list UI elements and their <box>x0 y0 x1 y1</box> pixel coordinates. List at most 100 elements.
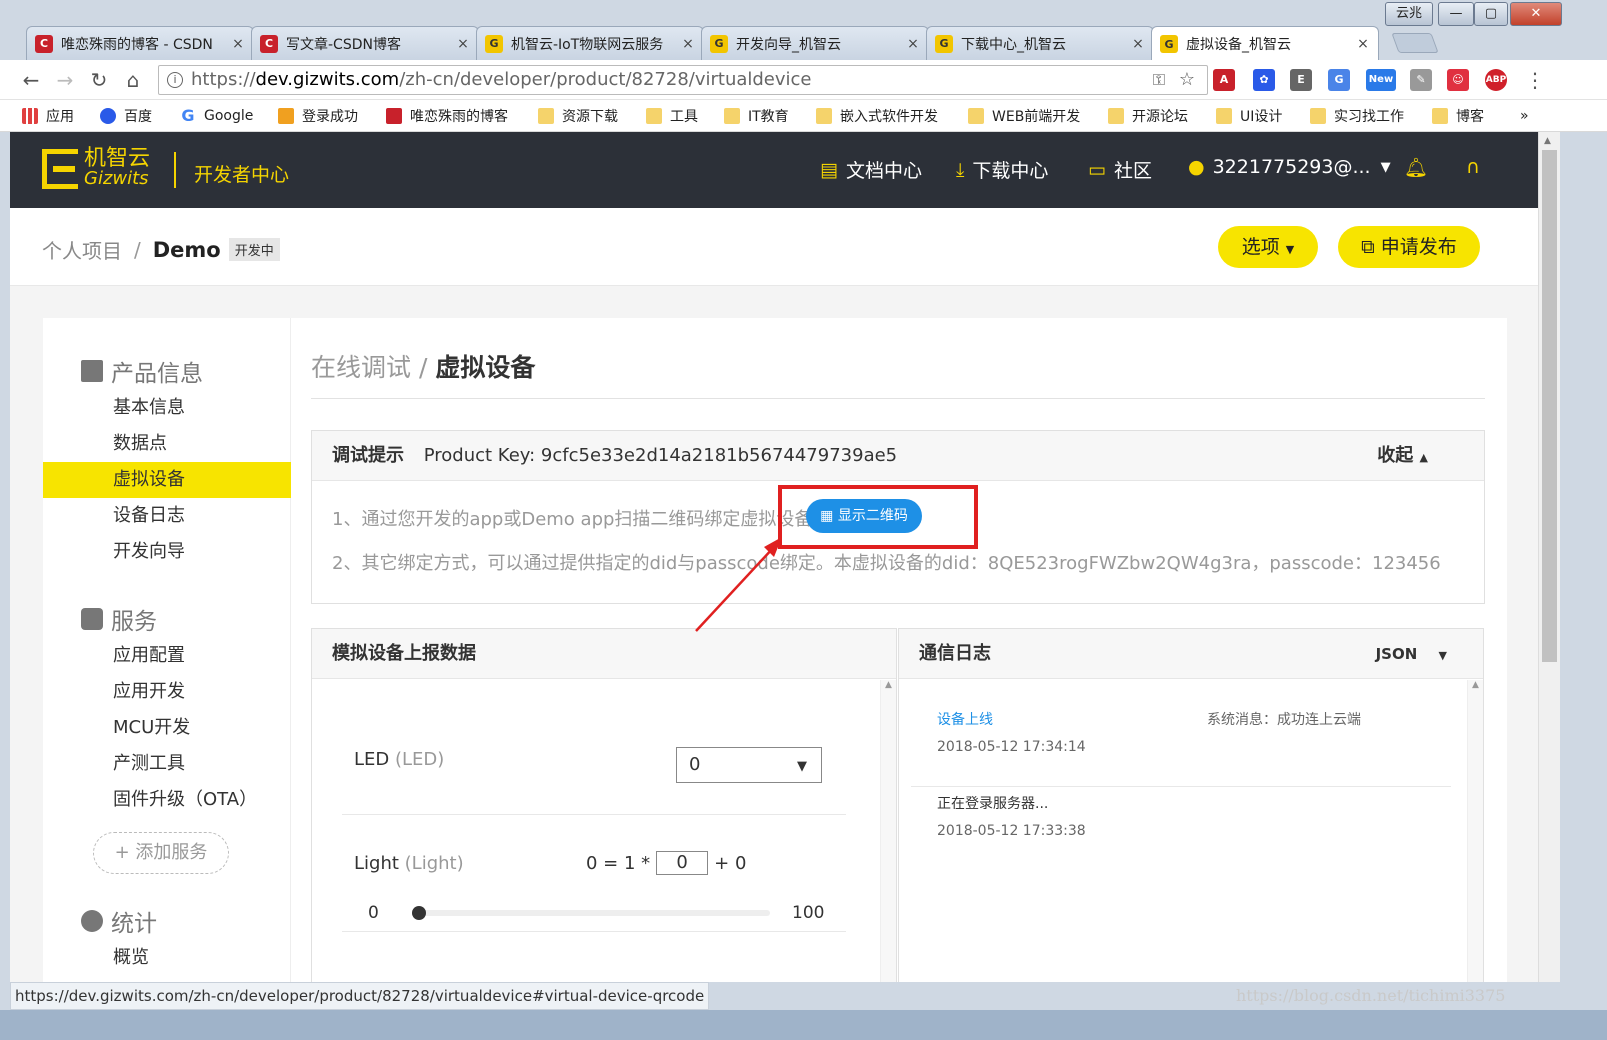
tab-close-icon[interactable]: × <box>681 36 695 52</box>
dev-center-title[interactable]: 开发者中心 <box>194 160 289 187</box>
grid-icon <box>81 360 103 382</box>
tab-close-icon[interactable]: × <box>906 36 920 52</box>
folder-icon <box>1432 108 1448 124</box>
new-tab-button[interactable] <box>1391 33 1439 53</box>
new-extension-icon[interactable]: New <box>1366 69 1396 91</box>
forward-icon[interactable]: → <box>52 68 78 92</box>
gizwits-logo[interactable]: 机智云 Gizwits <box>42 148 150 189</box>
bookmark-folder[interactable]: IT教育 <box>724 106 789 126</box>
light-value-input[interactable]: 0 <box>656 851 709 875</box>
info-icon[interactable]: i <box>167 72 183 88</box>
tab-strip: C 唯恋殊雨的博客 - CSDN × C 写文章-CSDN博客 × G 机智云-… <box>0 20 1420 61</box>
led-select[interactable]: 0 ▼ <box>676 747 822 783</box>
sidebar-item-dev-guide[interactable]: 开发向导 <box>43 534 291 570</box>
breadcrumb-bar: 个人项目 / Demo 开发中 选项 ▼ ⧉ 申请发布 <box>10 208 1538 286</box>
pdf-extension-icon[interactable]: A <box>1213 69 1235 91</box>
site-header: 机智云 Gizwits 开发者中心 ▤ 文档中心 ⤓ 下载中心 ▭ 社区 ● 32217… <box>10 132 1538 208</box>
user-menu[interactable]: ● 3221775293@... ▼ <box>1188 156 1391 178</box>
browser-tab[interactable]: G 开发向导_机智云 × <box>701 26 929 60</box>
bookmark-google[interactable]: G Google <box>180 106 253 126</box>
scrollbar-thumb[interactable] <box>1542 150 1557 662</box>
eyedropper-extension-icon[interactable]: ✎ <box>1410 69 1432 91</box>
nav-download[interactable]: ⤓ 下载中心 <box>956 156 1048 183</box>
back-icon[interactable]: ← <box>18 68 44 92</box>
tab-close-icon[interactable]: × <box>456 36 470 52</box>
comm-log-panel: 通信日志 JSON ▼ ▲ 设备上线 系统消息：成功连上云端 2018-05-1… <box>898 628 1484 982</box>
browser-tab[interactable]: C 写文章-CSDN博客 × <box>251 26 479 60</box>
headset-icon[interactable]: ∩ <box>1466 156 1480 178</box>
sidebar-item-mcu-dev[interactable]: MCU开发 <box>43 710 291 746</box>
home-icon[interactable]: ⌂ <box>120 68 146 92</box>
sidebar-item-ota[interactable]: 固件升级（OTA） <box>43 782 291 818</box>
bookmark-apps[interactable]: 应用 <box>22 106 74 126</box>
bookmark-folder[interactable]: 资源下载 <box>538 106 618 126</box>
star-icon[interactable]: ☆ <box>1179 66 1195 94</box>
bookmark-folder[interactable]: 博客 <box>1432 106 1484 126</box>
bookmark-folder[interactable]: 开源论坛 <box>1108 106 1188 126</box>
translate-extension-icon[interactable]: G <box>1328 69 1350 91</box>
slider-min: 0 <box>368 903 379 923</box>
browser-window: 云兆 — ▢ ✕ C 唯恋殊雨的博客 - CSDN × C 写文章-CSDN博客… <box>0 0 1607 1040</box>
browser-tab-active[interactable]: G 虚拟设备_机智云 × <box>1151 26 1379 61</box>
tab-close-icon[interactable]: × <box>1131 36 1145 52</box>
sidebar-item-basic-info[interactable]: 基本信息 <box>43 390 291 426</box>
sidebar-item-virtual-device[interactable]: 虚拟设备 <box>43 462 291 498</box>
page-scrollbar[interactable]: ▲ <box>1538 132 1560 982</box>
light-slider[interactable] <box>412 906 770 920</box>
tab-close-icon[interactable]: × <box>1356 36 1370 52</box>
add-service-button[interactable]: + 添加服务 <box>93 832 229 874</box>
sidebar-item-app-config[interactable]: 应用配置 <box>43 638 291 674</box>
bookmarks-more[interactable]: » <box>1520 106 1529 126</box>
sidebar-item-datapoints[interactable]: 数据点 <box>43 426 291 462</box>
menu-icon[interactable]: ⋮ <box>1522 68 1548 92</box>
report-scrollbar[interactable]: ▲ <box>880 680 896 982</box>
baidu-extension-icon[interactable]: ✿ <box>1253 69 1275 91</box>
apps-grid-icon <box>22 108 38 124</box>
browser-tab[interactable]: C 唯恋殊雨的博客 - CSDN × <box>26 26 254 60</box>
sidebar-item-test-tools[interactable]: 产测工具 <box>43 746 291 782</box>
address-bar[interactable]: i https://dev.gizwits.com/zh-cn/develope… <box>158 65 1208 95</box>
evernote-extension-icon[interactable]: E <box>1290 69 1312 91</box>
bookmark-csdn-blog[interactable]: 唯恋殊雨的博客 <box>386 106 508 126</box>
adblock-extension-icon[interactable]: ABP <box>1485 69 1507 91</box>
bookmark-baidu[interactable]: 百度 <box>100 106 152 126</box>
nav-docs[interactable]: ▤ 文档中心 <box>820 156 922 183</box>
publish-button[interactable]: ⧉ 申请发布 <box>1338 226 1480 268</box>
options-button[interactable]: 选项 ▼ <box>1218 226 1318 268</box>
external-link-icon: ⧉ <box>1361 236 1375 258</box>
reload-icon[interactable]: ↻ <box>86 68 112 92</box>
breadcrumb-root[interactable]: 个人项目 <box>42 235 122 264</box>
bookmark-folder[interactable]: 实习找工作 <box>1310 106 1404 126</box>
bookmark-folder[interactable]: WEB前端开发 <box>968 106 1080 126</box>
browser-tab[interactable]: G 机智云-IoT物联网云服务 × <box>476 26 704 60</box>
sidebar-section-stats: 统计 <box>81 904 157 938</box>
web-page: 机智云 Gizwits 开发者中心 ▤ 文档中心 ⤓ 下载中心 ▭ 社区 ● 32217… <box>10 132 1538 982</box>
minimize-button[interactable]: — <box>1438 2 1474 26</box>
slider-handle[interactable] <box>412 906 426 920</box>
bookmark-login[interactable]: 登录成功 <box>278 106 358 126</box>
sidebar-item-device-log[interactable]: 设备日志 <box>43 498 291 534</box>
maximize-button[interactable]: ▢ <box>1474 2 1508 26</box>
format-select[interactable]: JSON ▼ <box>1376 629 1447 681</box>
key-icon[interactable]: ⚿ <box>1153 66 1165 94</box>
tab-title: 虚拟设备_机智云 <box>1186 37 1291 53</box>
scroll-up-icon[interactable]: ▲ <box>1544 136 1551 146</box>
browser-tab[interactable]: G 下载中心_机智云 × <box>926 26 1154 60</box>
bookmark-folder[interactable]: UI设计 <box>1216 106 1282 126</box>
collapse-toggle[interactable]: 收起 ▲ <box>1377 431 1428 483</box>
log-scrollbar[interactable]: ▲ <box>1467 680 1483 982</box>
tab-close-icon[interactable]: × <box>231 36 245 52</box>
light-label: Light (Light) <box>354 853 464 874</box>
folder-icon <box>724 108 740 124</box>
bookmark-folder[interactable]: 嵌入式软件开发 <box>816 106 938 126</box>
document-icon: ▤ <box>820 158 838 181</box>
bell-icon[interactable]: 🔔︎ <box>1404 156 1428 179</box>
close-window-button[interactable]: ✕ <box>1510 2 1562 26</box>
nav-community[interactable]: ▭ 社区 <box>1088 156 1152 183</box>
sidebar-item-app-dev[interactable]: 应用开发 <box>43 674 291 710</box>
red-extension-icon[interactable]: ☺ <box>1447 69 1469 91</box>
google-g-icon: G <box>181 106 195 125</box>
sidebar-item-overview[interactable]: 概览 <box>43 940 291 976</box>
bookmarks-bar: 应用 百度 G Google 登录成功 唯恋殊雨的博客 资源下载 工具 IT教育 … <box>0 100 1607 132</box>
bookmark-folder[interactable]: 工具 <box>646 106 698 126</box>
